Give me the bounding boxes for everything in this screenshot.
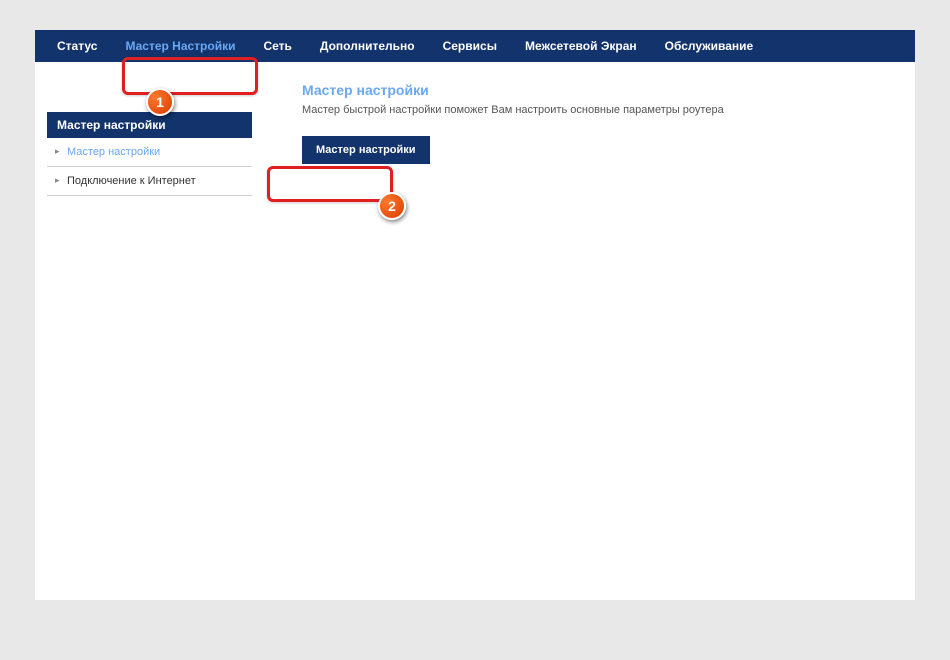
sidebar-item-label: Мастер настройки: [67, 146, 160, 158]
sidebar-item-label: Подключение к Интернет: [67, 175, 196, 187]
page-description: Мастер быстрой настройки поможет Вам нас…: [302, 104, 895, 116]
sidebar-header: Мастер настройки: [47, 112, 252, 138]
top-nav: Статус Мастер Настройки Сеть Дополнитель…: [35, 30, 915, 62]
sidebar-item-wizard[interactable]: Мастер настройки: [47, 138, 252, 167]
nav-advanced[interactable]: Дополнительно: [306, 30, 429, 62]
nav-maintenance[interactable]: Обслуживание: [651, 30, 768, 62]
nav-services[interactable]: Сервисы: [429, 30, 511, 62]
nav-firewall[interactable]: Межсетевой Экран: [511, 30, 651, 62]
page-container: Статус Мастер Настройки Сеть Дополнитель…: [35, 30, 915, 600]
sidebar: Мастер настройки Мастер настройки Подклю…: [47, 112, 252, 196]
page-title: Мастер настройки: [302, 82, 895, 98]
content-area: Мастер настройки Мастер настройки Подклю…: [35, 62, 915, 196]
main-content: Мастер настройки Мастер быстрой настройк…: [252, 82, 915, 196]
nav-setup-wizard[interactable]: Мастер Настройки: [111, 30, 249, 62]
nav-status[interactable]: Статус: [43, 30, 111, 62]
nav-network[interactable]: Сеть: [249, 30, 305, 62]
setup-wizard-button[interactable]: Мастер настройки: [302, 136, 430, 164]
sidebar-item-internet[interactable]: Подключение к Интернет: [47, 167, 252, 196]
